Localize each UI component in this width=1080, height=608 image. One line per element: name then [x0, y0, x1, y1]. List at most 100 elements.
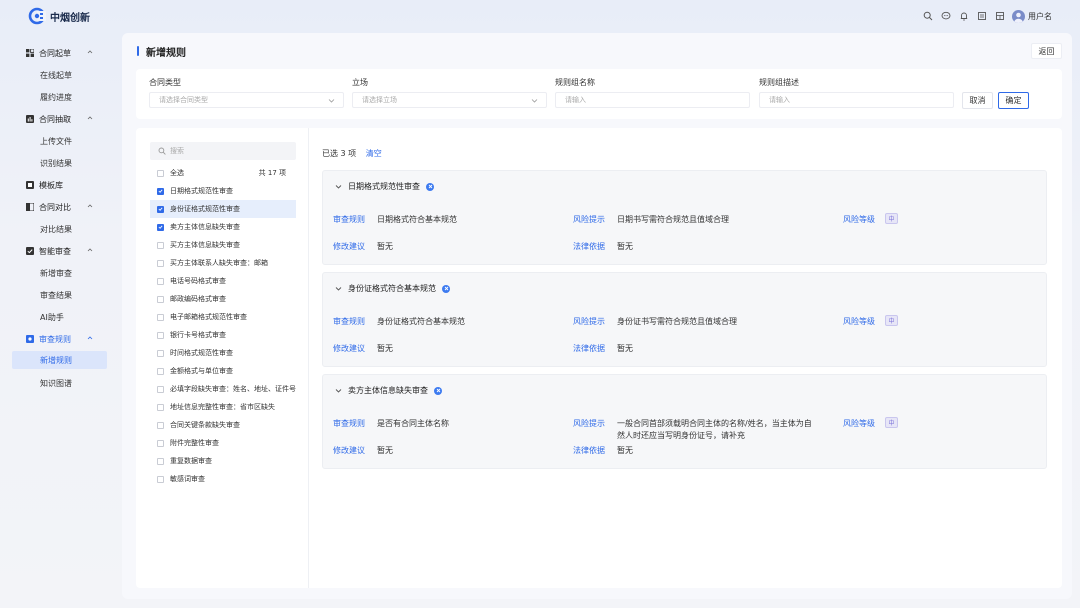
rule-card-header[interactable]: 卖方主体信息缺失审查	[335, 385, 442, 396]
checkbox[interactable]	[157, 439, 164, 447]
chevron-down-icon[interactable]	[335, 285, 342, 292]
rule-checklist-label: 合同关键条款缺失审查	[170, 421, 240, 429]
sidebar-group-contract-draft[interactable]: 合同起草	[12, 44, 118, 62]
grid-icon	[26, 49, 34, 57]
sidebar-item-compare-result[interactable]: 对比结果	[12, 220, 107, 238]
sidebar-group-review-rules[interactable]: 审查规则	[12, 330, 118, 348]
rule-checklist-label: 卖方主体信息缺失审查	[170, 223, 240, 231]
risk-level-badge: 中	[885, 315, 898, 326]
rule-checklist-item[interactable]: 时间格式规范性审查	[150, 344, 296, 362]
chevron-down-icon[interactable]	[335, 183, 342, 190]
search-icon[interactable]	[920, 8, 936, 24]
sidebar-group-compare[interactable]: 合同对比	[12, 198, 118, 216]
checkbox[interactable]	[157, 367, 164, 375]
checkbox[interactable]	[157, 421, 164, 429]
rule-checklist-item[interactable]: 日期格式规范性审查	[150, 182, 296, 200]
remove-rule-icon[interactable]	[442, 284, 450, 293]
sidebar-item-upload[interactable]: 上传文件	[12, 132, 107, 150]
sidebar-group-label: 模板库	[39, 180, 63, 190]
sidebar-group-contract-extract[interactable]: 合同抽取	[12, 110, 118, 128]
avatar[interactable]	[1012, 9, 1025, 23]
checkbox[interactable]	[157, 295, 164, 303]
rule-checklist-item[interactable]: 买方主体信息缺失审查	[150, 236, 296, 254]
checkbox[interactable]	[157, 313, 164, 321]
sidebar-item-online-draft[interactable]: 在线起草	[12, 66, 107, 84]
rule-card-header[interactable]: 身份证格式符合基本规范	[335, 283, 450, 294]
rule-checklist-item[interactable]: 电子邮箱格式规范性审查	[150, 308, 296, 326]
checkbox-checked[interactable]	[157, 223, 164, 231]
checkbox[interactable]	[157, 259, 164, 267]
checkbox[interactable]	[157, 349, 164, 357]
sidebar-item-ai-assistant[interactable]: AI助手	[12, 308, 107, 326]
sidebar-item-recognition[interactable]: 识别结果	[12, 154, 107, 172]
bell-icon[interactable]	[956, 8, 972, 24]
rule-checklist-item[interactable]: 附件完整性审查	[150, 434, 296, 452]
sidebar-item-review-result[interactable]: 审查结果	[12, 286, 107, 304]
logo[interactable]: 中烟创新	[28, 7, 90, 25]
suggestion-key: 修改建议	[333, 242, 365, 251]
username[interactable]: 用户名	[1028, 11, 1052, 22]
chevron-up-icon	[87, 50, 93, 54]
cancel-button[interactable]: 取消	[962, 92, 993, 109]
remove-rule-icon[interactable]	[426, 182, 434, 191]
rule-checklist-item[interactable]: 电话号码格式审查	[150, 272, 296, 290]
rule-checklist-item[interactable]: 买方主体联系人缺失审查：邮箱	[150, 254, 296, 272]
search-input[interactable]: 搜索	[150, 142, 296, 160]
clear-button[interactable]: 清空	[366, 149, 382, 158]
select-all-row[interactable]: 全选 共 17 项	[150, 164, 296, 182]
total-count: 共 17 项	[258, 169, 286, 177]
rule-checklist-item[interactable]: 卖方主体信息缺失审查	[150, 218, 296, 236]
remove-rule-icon[interactable]	[434, 386, 442, 395]
suggestion-value: 暂无	[377, 446, 393, 455]
search-placeholder: 搜索	[170, 147, 184, 155]
check-icon	[158, 225, 163, 229]
message-icon[interactable]	[938, 8, 954, 24]
checkbox[interactable]	[157, 457, 164, 465]
selected-rules-area: 已选 3 项 清空 日期格式规范性审查 审查规则 日期格式符合基本规范 风险提示 日期书…	[309, 128, 1062, 588]
rule-checklist-item[interactable]: 敏感词审查	[150, 470, 296, 488]
rule-checklist-item[interactable]: 重复数据审查	[150, 452, 296, 470]
checkbox[interactable]	[157, 277, 164, 285]
sidebar-item-knowledge-graph[interactable]: 知识图谱	[12, 374, 107, 392]
suggestion-key: 修改建议	[333, 344, 365, 353]
confirm-button[interactable]: 确定	[998, 92, 1029, 109]
contract-type-field: 合同类型 请选择合同类型	[149, 77, 344, 108]
document-icon[interactable]	[974, 8, 990, 24]
chevron-down-icon	[531, 99, 538, 103]
checkbox-checked[interactable]	[157, 187, 164, 195]
checkbox[interactable]	[157, 475, 164, 483]
chevron-down-icon[interactable]	[335, 387, 342, 394]
checkbox[interactable]	[157, 331, 164, 339]
sidebar: 合同起草 在线起草 履约进度 合同抽取 上传文件 识别结果 模板库 合同对比 对…	[12, 38, 118, 598]
rule-checklist-item[interactable]: 邮政编码格式审查	[150, 290, 296, 308]
grid-icon[interactable]	[992, 8, 1008, 24]
group-desc-input[interactable]: 请输入	[759, 92, 954, 108]
sidebar-group-template[interactable]: 模板库	[12, 176, 118, 194]
chart-icon	[26, 115, 34, 123]
sidebar-item-new-review[interactable]: 新增审查	[12, 264, 107, 282]
rule-checklist-item[interactable]: 地址信息完整性审查：省市区缺失	[150, 398, 296, 416]
sidebar-item-fulfillment[interactable]: 履约进度	[12, 88, 107, 106]
back-button[interactable]: 返回	[1031, 43, 1062, 59]
rule-checklist-item[interactable]: 合同关键条款缺失审查	[150, 416, 296, 434]
page-title: 新增规则	[146, 47, 186, 59]
group-name-input[interactable]: 请输入	[555, 92, 750, 108]
main-panel: 新增规则 返回 合同类型 请选择合同类型 立场 请选择立场 规则组名称 请输入 …	[122, 33, 1072, 599]
rule-checklist-item[interactable]: 身份证格式规范性审查	[150, 200, 296, 218]
rule-checklist-item[interactable]: 银行卡号格式审查	[150, 326, 296, 344]
contract-type-select[interactable]: 请选择合同类型	[149, 92, 344, 108]
checkbox-checked[interactable]	[157, 205, 164, 213]
sidebar-item-new-rule[interactable]: 新增规则	[12, 351, 107, 369]
sidebar-group-smart-review[interactable]: 智能审查	[12, 242, 118, 260]
checkbox[interactable]	[157, 241, 164, 249]
content-card: 搜索 全选 共 17 项 日期格式规范性审查 身份证格式规范性审查 卖方主体信息缺失…	[136, 128, 1062, 588]
rule-checklist-label: 电子邮箱格式规范性审查	[170, 313, 247, 321]
checkbox[interactable]	[157, 403, 164, 411]
rule-checklist-item[interactable]: 金额格式与单位审查	[150, 362, 296, 380]
stance-select[interactable]: 请选择立场	[352, 92, 547, 108]
select-all-checkbox[interactable]	[157, 169, 164, 177]
rule-value: 日期格式符合基本规范	[377, 215, 457, 224]
rule-card-header[interactable]: 日期格式规范性审查	[335, 181, 434, 192]
rule-checklist-item[interactable]: 必填字段缺失审查：姓名、地址、证件号	[150, 380, 296, 398]
checkbox[interactable]	[157, 385, 164, 393]
